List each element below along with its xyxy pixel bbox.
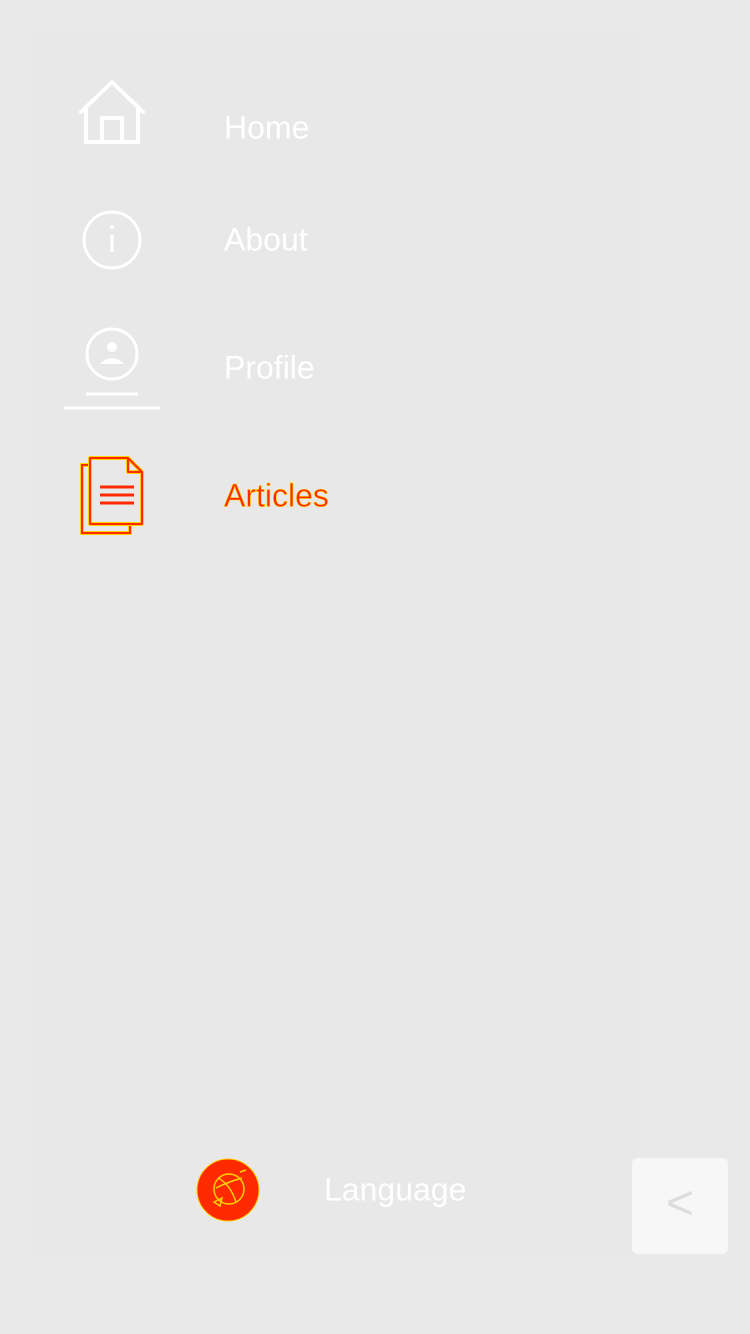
profile-icon	[64, 318, 160, 418]
navigation-drawer: Home About Profile Articles	[32, 30, 638, 1260]
language-label: Language	[324, 1171, 467, 1208]
nav-label-profile: Profile	[224, 349, 315, 386]
nav-item-articles[interactable]: Articles	[64, 446, 624, 546]
nav-label-articles: Articles	[224, 477, 330, 514]
chevron-left-icon: <	[665, 1177, 695, 1230]
nav-item-about[interactable]: About	[64, 190, 624, 290]
nav-item-home[interactable]: Home	[64, 78, 624, 178]
language-icon	[196, 1158, 260, 1222]
app-screen: Home About Profile Articles Language <	[0, 0, 750, 1334]
language-selector[interactable]: Language	[196, 1158, 556, 1222]
articles-icon	[64, 446, 160, 546]
nav-label-home: Home	[224, 109, 310, 146]
home-icon	[64, 78, 160, 178]
collapse-drawer-button[interactable]: <	[632, 1158, 728, 1254]
nav-item-profile[interactable]: Profile	[64, 318, 624, 418]
nav-label-about: About	[224, 221, 308, 258]
info-icon	[64, 190, 160, 290]
